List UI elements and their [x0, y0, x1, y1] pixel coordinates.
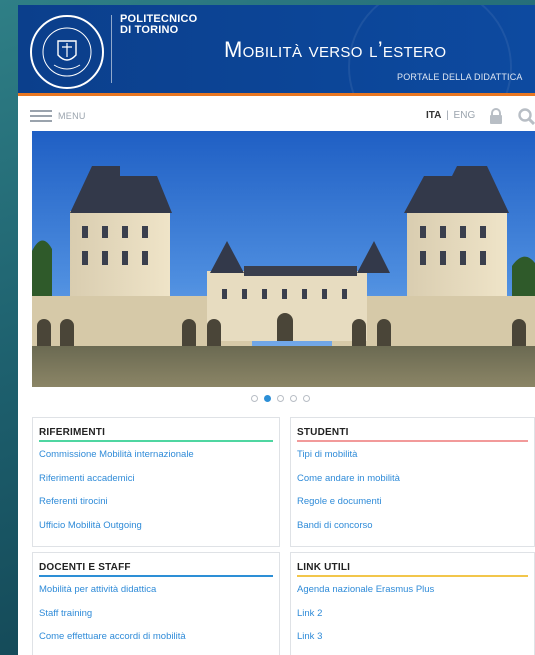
- menu-button[interactable]: MENU: [30, 109, 86, 123]
- site-header: POLITECNICO DI TORINO Mobilità verso l’e…: [18, 5, 535, 93]
- panel-title: DOCENTI E STAFF: [39, 562, 131, 573]
- link-come-andare-in-mobilita[interactable]: Come andare in mobilità: [297, 471, 534, 495]
- carousel-dot[interactable]: [303, 395, 310, 402]
- link-3[interactable]: Link 3: [297, 629, 534, 653]
- link-2[interactable]: Link 2: [297, 606, 534, 630]
- panel-riferimenti: RIFERIMENTI Commissione Mobilità interna…: [32, 417, 280, 547]
- carousel-dot[interactable]: [264, 395, 271, 402]
- link-tipi-di-mobilita[interactable]: Tipi di mobilità: [297, 447, 534, 471]
- link-bandi-di-concorso[interactable]: Bandi di concorso: [297, 518, 534, 542]
- university-name-line2: DI TORINO: [120, 24, 179, 36]
- link-agenda-erasmus-plus[interactable]: Agenda nazionale Erasmus Plus: [297, 582, 534, 606]
- link-mobilita-attivita-didattica[interactable]: Mobilità per attività didattica: [39, 582, 279, 606]
- site-subtitle: PORTALE DELLA DIDATTICA: [397, 72, 523, 82]
- link-accordi-di-mobilita[interactable]: Come effettuare accordi di mobilità: [39, 629, 279, 653]
- hamburger-icon: [30, 110, 52, 122]
- carousel-indicators: [251, 395, 310, 402]
- lang-ita-link[interactable]: ITA: [426, 110, 441, 121]
- panel-studenti: STUDENTI Tipi di mobilità Come andare in…: [290, 417, 535, 547]
- language-switcher: ITA | ENG: [426, 110, 475, 121]
- seal-graphic: [42, 27, 92, 77]
- lang-eng-link[interactable]: ENG: [454, 110, 476, 121]
- carousel-dot[interactable]: [251, 395, 258, 402]
- panel-title: RIFERIMENTI: [39, 427, 106, 438]
- link-commissione-mobilita[interactable]: Commissione Mobilità internazionale: [39, 447, 279, 471]
- panel-title: STUDENTI: [297, 427, 349, 438]
- link-list: Agenda nazionale Erasmus Plus Link 2 Lin…: [291, 577, 534, 653]
- search-icon[interactable]: [518, 108, 535, 125]
- link-list: Commissione Mobilità internazionale Rife…: [33, 442, 279, 541]
- toolbar: MENU ITA | ENG: [18, 96, 535, 136]
- university-name[interactable]: POLITECNICO DI TORINO: [120, 14, 197, 36]
- lang-separator: |: [446, 110, 449, 121]
- link-referenti-tirocini[interactable]: Referenti tirocini: [39, 494, 279, 518]
- site-title: Mobilità verso l’estero: [224, 37, 447, 62]
- link-staff-training[interactable]: Staff training: [39, 606, 279, 630]
- menu-label: MENU: [58, 111, 86, 121]
- link-list: Tipi di mobilità Come andare in mobilità…: [291, 442, 534, 541]
- panel-title: LINK UTILI: [297, 562, 351, 573]
- hero-image-castle: [32, 131, 535, 387]
- link-list: Mobilità per attività didattica Staff tr…: [33, 577, 279, 653]
- carousel-dot[interactable]: [277, 395, 284, 402]
- lock-icon[interactable]: [488, 108, 504, 124]
- panel-link-utili: LINK UTILI Agenda nazionale Erasmus Plus…: [290, 552, 535, 655]
- link-ufficio-mobilita-outgoing[interactable]: Ufficio Mobilità Outgoing: [39, 518, 279, 542]
- page-frame: POLITECNICO DI TORINO Mobilità verso l’e…: [18, 5, 535, 655]
- university-seal-logo[interactable]: [30, 15, 104, 89]
- logo-divider: [111, 15, 112, 83]
- panel-docenti-e-staff: DOCENTI E STAFF Mobilità per attività di…: [32, 552, 280, 655]
- link-regole-e-documenti[interactable]: Regole e documenti: [297, 494, 534, 518]
- carousel-dot[interactable]: [290, 395, 297, 402]
- link-riferimenti-accademici[interactable]: Riferimenti accademici: [39, 471, 279, 495]
